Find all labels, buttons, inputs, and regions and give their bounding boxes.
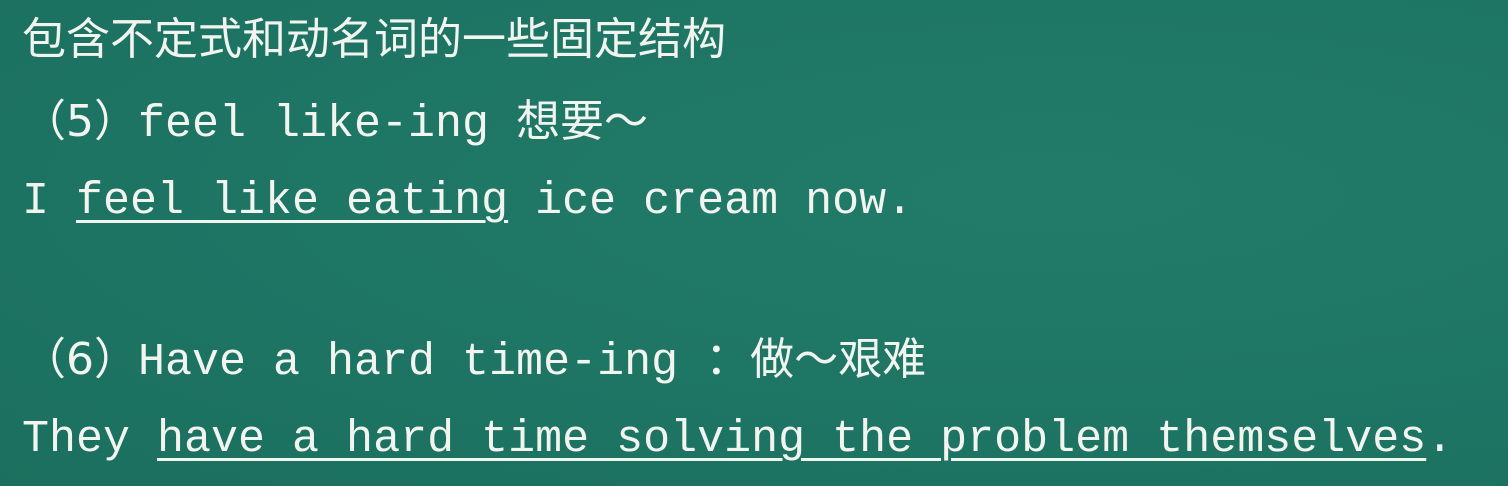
item-5-phrase: feel like‐ing [138, 99, 517, 150]
item-6-heading: （6）Have a hard time-ing ：做～艰难 [22, 330, 926, 400]
item-6-number: （6） [22, 334, 138, 385]
item-5-example-underlined: feel like eating [76, 176, 509, 227]
item-5-example: I feel like eating ice cream now. [22, 172, 913, 232]
item-6-example-before: They [22, 414, 158, 465]
item-6-meaning: 做～艰难 [750, 334, 927, 385]
item-5-meaning: 想要～ [516, 96, 649, 147]
item-6-example-underlined: have a hard time solving the problem the… [157, 414, 1427, 465]
item-6-phrase: Have a hard time-ing ： [138, 337, 751, 388]
item-5-example-after: ice cream now. [508, 176, 914, 227]
item-6-example: They have a hard time solving the proble… [22, 410, 1453, 470]
chalkboard-slide: 包含不定式和动名词的一些固定结构 （5）feel like‐ing 想要～ I … [0, 0, 1508, 486]
slide-title: 包含不定式和动名词的一些固定结构 [22, 14, 726, 65]
item-5-example-before: I [22, 176, 77, 227]
item-6-example-after: . [1426, 414, 1454, 465]
item-5-heading: （5）feel like‐ing 想要～ [22, 92, 648, 162]
item-5-number: （5） [22, 96, 138, 147]
